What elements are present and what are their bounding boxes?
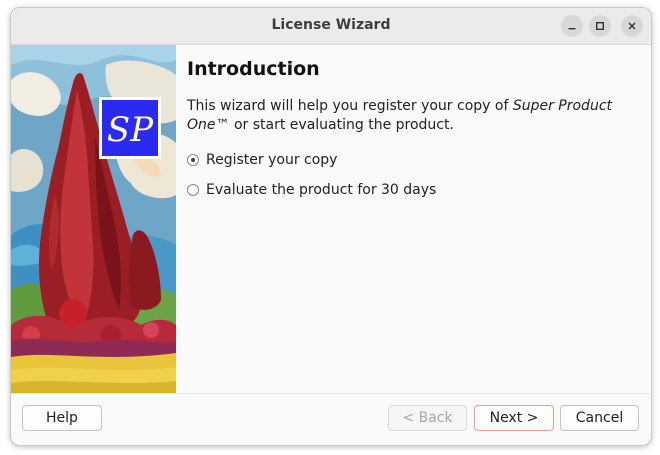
sp-logo-text: SP	[107, 110, 154, 150]
intro-text: This wizard will help you register your …	[187, 97, 642, 135]
radio-register-selected[interactable]	[187, 154, 199, 166]
minimize-icon[interactable]	[561, 15, 583, 37]
maximize-icon[interactable]	[589, 15, 611, 37]
back-button[interactable]: < Back	[388, 405, 467, 431]
close-icon[interactable]	[621, 15, 643, 37]
license-wizard-window: License Wizard SP Introduction This wiza…	[10, 7, 652, 446]
intro-suffix: ™ or start evaluating the product.	[215, 117, 454, 133]
footer-divider	[11, 393, 651, 394]
wizard-banner-image: SP	[11, 45, 176, 393]
window-title: License Wizard	[271, 17, 391, 33]
radio-evaluate[interactable]	[187, 184, 199, 196]
cancel-button[interactable]: Cancel	[560, 405, 639, 431]
next-button[interactable]: Next >	[474, 405, 554, 431]
intro-prefix: This wizard will help you register your …	[187, 98, 513, 114]
option-register[interactable]: Register your copy	[187, 150, 337, 170]
cypress-painting: SP	[11, 45, 176, 393]
option-evaluate[interactable]: Evaluate the product for 30 days	[187, 180, 436, 200]
option-register-label: Register your copy	[206, 152, 338, 168]
title-bar[interactable]: License Wizard	[11, 8, 651, 45]
page-heading: Introduction	[187, 58, 320, 80]
option-evaluate-label: Evaluate the product for 30 days	[206, 182, 437, 198]
help-button[interactable]: Help	[22, 405, 102, 431]
